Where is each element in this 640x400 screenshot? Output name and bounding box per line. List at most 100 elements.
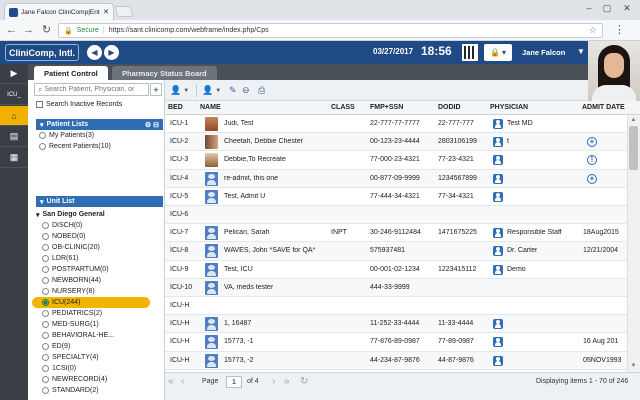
radio-icon[interactable] [42, 343, 49, 350]
patient-photo-icon[interactable] [205, 262, 218, 277]
patient-list-item[interactable]: Recent Patients(10) [39, 141, 111, 152]
plus-circle-icon[interactable]: + [587, 137, 597, 148]
page-number-input[interactable] [226, 376, 242, 388]
unit-item[interactable]: NURSERY(8) [36, 286, 163, 297]
back-arrow-icon[interactable]: ← [4, 22, 19, 37]
patient-photo-icon[interactable] [205, 171, 218, 186]
app-forward-icon[interactable]: ▶ [104, 45, 119, 60]
plus-circle-icon[interactable]: + [587, 173, 597, 184]
patient-chart-icon[interactable]: ▤ [0, 127, 28, 147]
radio-icon[interactable] [42, 321, 49, 328]
unit-item[interactable]: BEHAVIORAL-HE... [36, 330, 163, 341]
radio-icon[interactable] [42, 332, 49, 339]
close-window-icon[interactable]: ✕ [620, 2, 634, 14]
checkbox-icon[interactable] [36, 101, 43, 108]
new-tab-button[interactable] [114, 6, 134, 17]
calculator-icon[interactable]: ▦ [0, 148, 28, 168]
user-menu-caret-icon[interactable]: ▼ [577, 47, 585, 56]
add-search-button[interactable]: + [150, 83, 162, 96]
table-row[interactable]: ICU-10 VA, meds tester 444-33-9999 [165, 278, 627, 297]
unit-item[interactable]: DISCH(0) [36, 220, 163, 231]
unit-list-header[interactable]: ▾ Unit List [36, 196, 163, 207]
unit-item[interactable]: OB-CLINIC(20) [36, 242, 163, 253]
patient-photo-icon[interactable] [205, 135, 218, 150]
patient-photo-icon[interactable] [205, 189, 218, 204]
unit-item[interactable]: LDR(61) [36, 253, 163, 264]
browser-menu-icon[interactable]: ⋮ [612, 22, 627, 37]
physician-icon[interactable] [493, 264, 503, 275]
unit-item[interactable]: SPECIALTY(4) [36, 352, 163, 363]
bookmark-star-icon[interactable]: ☆ [589, 25, 597, 36]
unit-item[interactable]: MED-SURG(1) [36, 319, 163, 330]
radio-icon[interactable] [42, 376, 49, 383]
table-row[interactable]: ICU-4 re-admit, this one 00-877-09-9999 123… [165, 169, 627, 188]
unit-item[interactable]: NEWBORN(44) [36, 275, 163, 286]
patient-photo-icon[interactable] [205, 280, 218, 295]
user-name[interactable]: Jane Falcon [522, 48, 565, 57]
patient-photo-icon[interactable] [205, 244, 218, 259]
minimize-icon[interactable]: – [582, 2, 596, 14]
scroll-down-arrow-icon[interactable]: ▼ [629, 363, 638, 369]
unit-item[interactable]: ICU(244) [32, 297, 150, 308]
edit-button[interactable]: ✎ [229, 83, 237, 98]
refresh-icon[interactable]: ↻ [300, 376, 308, 387]
col-name[interactable]: NAME [200, 104, 221, 111]
radio-icon[interactable] [42, 233, 49, 240]
radio-icon[interactable] [42, 365, 49, 372]
unit-item[interactable]: NEWRECORD(4) [36, 374, 163, 385]
prev-page-icon[interactable]: ‹ [181, 376, 184, 387]
reload-icon[interactable]: ↻ [39, 22, 54, 37]
lock-screen-button[interactable]: 🔒 ▾ [484, 44, 512, 61]
physician-icon[interactable] [493, 228, 503, 239]
maximize-icon[interactable]: ▢ [600, 2, 614, 14]
table-row[interactable]: ICU-2 Cheetah, Debbie Chester 00-123-23-44… [165, 133, 627, 152]
physician-icon[interactable] [493, 137, 503, 148]
first-page-icon[interactable]: « [168, 376, 174, 387]
unit-item[interactable]: 1CSI(0) [36, 363, 163, 374]
unit-item[interactable]: POSTPARTUM(0) [36, 264, 163, 275]
patient-photo-icon[interactable] [205, 353, 218, 368]
home-icon[interactable]: ⌂ [0, 106, 28, 126]
next-page-icon[interactable]: › [272, 376, 275, 387]
remove-button[interactable]: ⊖ [242, 83, 250, 98]
last-page-icon[interactable]: » [284, 376, 290, 387]
patient-lists-header[interactable]: ▾ Patient Lists ⚙ ⊟ [36, 119, 163, 130]
print-button[interactable]: ⎙ [258, 83, 265, 98]
physician-icon[interactable] [493, 337, 503, 348]
table-row[interactable]: ICU-9 Test, ICU 00-001-02-1234 1223415112 De… [165, 261, 627, 279]
scroll-up-arrow-icon[interactable]: ▲ [629, 117, 638, 123]
patient-photo-icon[interactable] [205, 226, 218, 241]
physician-icon[interactable] [493, 191, 503, 202]
radio-icon[interactable] [42, 310, 49, 317]
url-bar[interactable]: 🔒 Secure | https://sant.clinicomp.com/we… [58, 23, 603, 38]
table-row[interactable]: ICU-5 Test, Admit U 77-444-34-4321 77-34-43… [165, 188, 627, 206]
unit-item[interactable]: NOBED(0) [36, 231, 163, 242]
radio-icon[interactable] [42, 222, 49, 229]
forward-arrow-icon[interactable]: → [21, 22, 36, 37]
col-fmp-ssn[interactable]: FMP+SSN [370, 104, 403, 111]
table-row[interactable]: ICU-3 Debbie,To Recreate 77-000-23-4321 77-… [165, 151, 627, 170]
unit-item[interactable]: PEDIATRICS(2) [36, 308, 163, 319]
col-class[interactable]: CLASS [331, 104, 355, 111]
alert-circle-icon[interactable]: ! [587, 155, 597, 166]
table-row[interactable]: ICU-7 Pelican, Sarah INPT 30-246-9112484 147… [165, 224, 627, 243]
patient-actions-button[interactable]: 👤 ▼ [202, 83, 221, 98]
unit-item[interactable]: STANDARD(2) [36, 385, 163, 396]
patient-search-input[interactable] [44, 86, 145, 93]
facility-node[interactable]: ▾ San Diego General [36, 209, 163, 220]
patient-list-item[interactable]: My Patients(3) [39, 130, 111, 141]
radio-icon[interactable] [42, 266, 49, 273]
col-admit-date[interactable]: ADMIT DATE [582, 104, 625, 111]
radio-icon[interactable] [42, 244, 49, 251]
browser-tab[interactable]: Jane Falcon CliniComp|Ent ✕ [4, 3, 114, 20]
col-dodid[interactable]: DODID [438, 104, 461, 111]
radio-icon[interactable] [42, 277, 49, 284]
close-tab-icon[interactable]: ✕ [103, 8, 109, 16]
play-icon[interactable]: ▶ [0, 64, 28, 84]
radio-icon[interactable] [42, 255, 49, 262]
physician-icon[interactable] [493, 319, 503, 330]
tab-patient-control[interactable]: Patient Control [34, 66, 108, 80]
patient-photo-icon[interactable] [205, 117, 218, 131]
app-back-icon[interactable]: ◀ [87, 45, 102, 60]
table-row[interactable]: ICU-H [165, 297, 627, 316]
